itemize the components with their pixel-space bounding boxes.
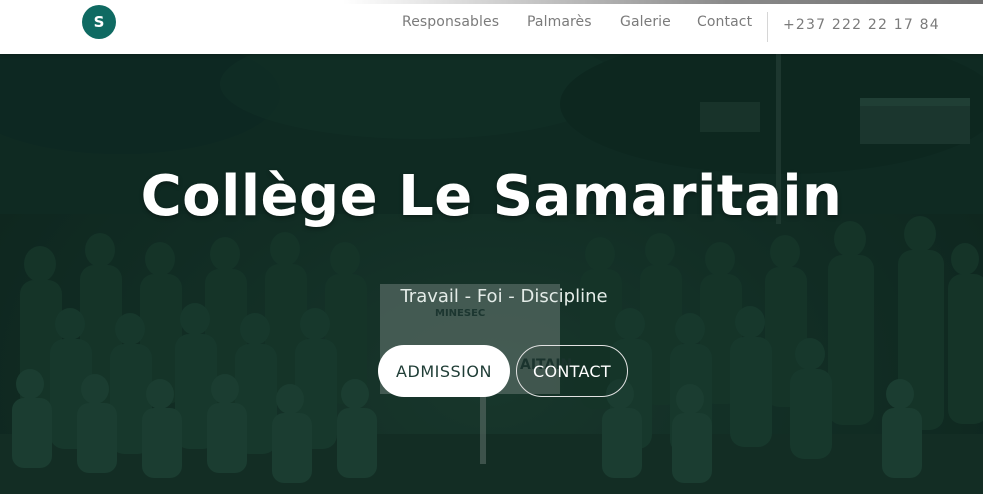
hero-dark-overlay xyxy=(0,54,983,494)
logo-letter: S xyxy=(93,13,105,31)
nav-link-palmares[interactable]: Palmarès xyxy=(527,14,592,30)
site-header: S Responsables Palmarès Galerie Contact … xyxy=(0,0,983,54)
admission-button[interactable]: ADMISSION xyxy=(378,345,510,397)
hero-tagline: Travail - Foi - Discipline xyxy=(400,286,608,307)
logo[interactable]: S xyxy=(82,5,116,39)
nav-divider xyxy=(767,12,768,42)
nav-link-contact[interactable]: Contact xyxy=(697,14,752,30)
hero-section: MINESEC AITAIN Collège Le Samaritain Tra… xyxy=(0,54,983,494)
header-top-shadow xyxy=(343,0,983,4)
nav-link-galerie[interactable]: Galerie xyxy=(620,14,671,30)
phone-number[interactable]: +237 222 22 17 84 xyxy=(783,17,940,33)
contact-button[interactable]: CONTACT xyxy=(516,345,628,397)
nav-link-responsables[interactable]: Responsables xyxy=(402,14,499,30)
page-title: Collège Le Samaritain xyxy=(140,164,843,229)
